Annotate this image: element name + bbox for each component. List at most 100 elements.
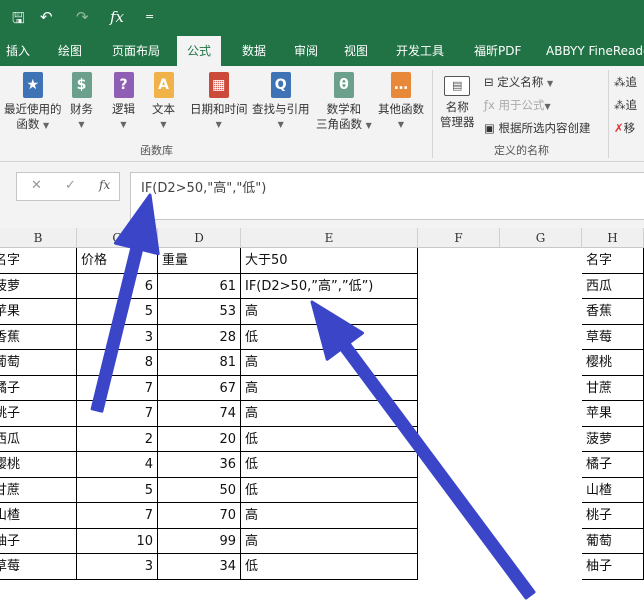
cell-weight[interactable]: 重量 [158,248,241,274]
tab-review[interactable]: 审阅 [294,36,318,66]
cell-price[interactable]: 价格 [77,248,158,274]
cell-price[interactable]: 7 [77,503,158,529]
cell-h-name[interactable]: 柚子 [582,554,644,580]
cell-price[interactable]: 2 [77,426,158,452]
cell-name[interactable]: 山楂 [0,503,77,529]
cell-name[interactable]: 桃子 [0,401,77,427]
cell-h-name[interactable]: 甘蔗 [582,375,644,401]
cell-name[interactable]: 菠萝 [0,273,77,299]
function-button[interactable]: A 文本 ▼ [152,72,175,132]
column-header-E[interactable]: E [241,228,418,248]
undo-icon[interactable]: ↶ [40,8,53,26]
column-header-C[interactable]: C [77,228,158,248]
cell-h-name[interactable]: 桃子 [582,503,644,529]
cell-weight[interactable]: 34 [158,554,241,580]
cell-weight[interactable]: 61 [158,273,241,299]
cell-price[interactable]: 3 [77,554,158,580]
cell-weight[interactable]: 20 [158,426,241,452]
cell-weight[interactable]: 74 [158,401,241,427]
cell-over-50[interactable]: 低 [241,426,418,452]
cell-name[interactable]: 樱桃 [0,452,77,478]
tab-page-layout[interactable]: 页面布局 [112,36,160,66]
cell-over-50[interactable]: 低 [241,452,418,478]
tab-formulas[interactable]: 公式 [177,36,222,66]
cell-h-name[interactable]: 橘子 [582,452,644,478]
column-header-G[interactable]: G [500,228,582,248]
cell-name[interactable]: 香蕉 [0,324,77,350]
cancel-icon[interactable]: ✕ [31,178,42,193]
cell-weight[interactable]: 36 [158,452,241,478]
cell-over-50[interactable]: 低 [241,477,418,503]
cell-price[interactable]: 10 [77,528,158,554]
cell-over-50[interactable]: 低 [241,554,418,580]
cell-over-50[interactable]: 高 [241,375,418,401]
cell-over-50[interactable]: 低 [241,324,418,350]
formula-input[interactable]: IF(D2>50,"高","低") [130,172,644,220]
cell-price[interactable]: 5 [77,299,158,325]
use-in-formula-button[interactable]: ƒx 用于公式▼ [484,97,551,113]
cell-over-50[interactable]: IF(D2>50,”高”,”低”) [241,273,418,299]
cell-over-50[interactable]: 高 [241,299,418,325]
cell-over-50[interactable]: 高 [241,503,418,529]
create-from-selection-button[interactable]: ▣ 根据所选内容创建 [484,120,591,136]
cell-price[interactable]: 8 [77,350,158,376]
name-manager-button[interactable]: ▤ 名称 管理器 [440,72,475,130]
tab-draw[interactable]: 绘图 [58,36,82,66]
cell-h-name[interactable]: 苹果 [582,401,644,427]
cell-weight[interactable]: 70 [158,503,241,529]
cell-name[interactable]: 甘蔗 [0,477,77,503]
cell-price[interactable]: 4 [77,452,158,478]
cell-name[interactable]: 西瓜 [0,426,77,452]
save-icon[interactable]: 🖫 [12,8,25,33]
cell-name[interactable]: 苹果 [0,299,77,325]
column-header-D[interactable]: D [158,228,241,248]
cell-weight[interactable]: 67 [158,375,241,401]
cell-over-50[interactable]: 高 [241,350,418,376]
column-header-F[interactable]: F [418,228,500,248]
define-name-button[interactable]: ⊟ 定义名称 ▼ [484,74,553,90]
tab-data[interactable]: 数据 [242,36,266,66]
cell-price[interactable]: 6 [77,273,158,299]
cell-name[interactable]: 柚子 [0,528,77,554]
cell-price[interactable]: 3 [77,324,158,350]
cell-price[interactable]: 5 [77,477,158,503]
redo-icon[interactable]: ↷ [76,8,89,26]
cell-over-50[interactable]: 大于50 [241,248,418,274]
cell-name[interactable]: 葡萄 [0,350,77,376]
function-button[interactable]: ? 逻辑 ▼ [112,72,135,132]
cell-h-name[interactable]: 香蕉 [582,299,644,325]
customize-toolbar-icon[interactable]: = [145,10,154,23]
tab-developer[interactable]: 开发工具 [396,36,444,66]
function-button[interactable]: Q 查找与引用 ▼ [252,72,310,132]
cell-weight[interactable]: 53 [158,299,241,325]
cell-weight[interactable]: 99 [158,528,241,554]
cell-weight[interactable]: 28 [158,324,241,350]
insert-function-icon[interactable]: fx [99,178,110,192]
enter-icon[interactable]: ✓ [65,178,76,193]
cell-over-50[interactable]: 高 [241,528,418,554]
cell-h-name[interactable]: 草莓 [582,324,644,350]
cell-h-name[interactable]: 菠萝 [582,426,644,452]
cell-h-name[interactable]: 樱桃 [582,350,644,376]
cell-over-50[interactable]: 高 [241,401,418,427]
trace-precedents-button[interactable]: ⁂追 [614,74,637,90]
function-button[interactable]: ★ 最近使用的 函数 ▼ [4,72,62,133]
insert-function-icon[interactable]: fx [110,8,124,26]
cell-h-name[interactable]: 葡萄 [582,528,644,554]
column-header-H[interactable]: H [582,228,644,248]
cell-name[interactable]: 名字 [0,248,77,274]
cell-weight[interactable]: 50 [158,477,241,503]
cell-price[interactable]: 7 [77,375,158,401]
cell-weight[interactable]: 81 [158,350,241,376]
function-button[interactable]: $ 财务 ▼ [70,72,93,132]
tab-view[interactable]: 视图 [344,36,368,66]
trace-dependents-button[interactable]: ⁂追 [614,97,637,113]
cell-name[interactable]: 草莓 [0,554,77,580]
function-button[interactable]: ▦ 日期和时间 ▼ [190,72,248,132]
tab-insert[interactable]: 插入 [6,36,30,66]
column-header-B[interactable]: B [0,228,77,248]
cell-price[interactable]: 7 [77,401,158,427]
cell-h-name[interactable]: 西瓜 [582,273,644,299]
remove-arrows-button[interactable]: ✗移 [614,120,635,136]
cell-name[interactable]: 橘子 [0,375,77,401]
